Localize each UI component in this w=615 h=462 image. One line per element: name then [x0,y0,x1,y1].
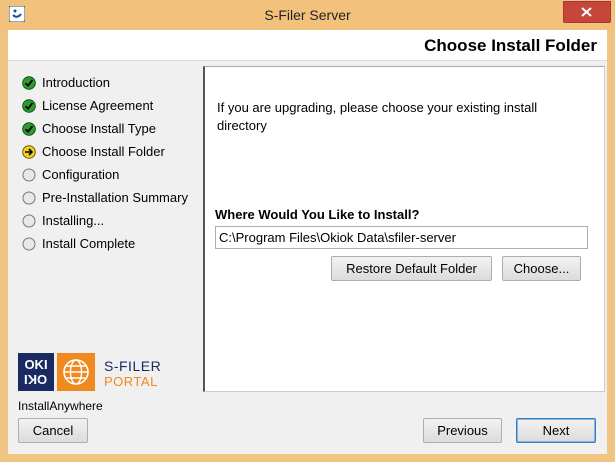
step-item: Configuration [22,166,202,189]
step-item: License Agreement [22,97,202,120]
previous-button[interactable]: Previous [423,418,502,443]
step-header: Choose Install Folder [8,30,607,61]
steps-list: Introduction License Agreement Choose In… [22,74,202,258]
brand-line1: S-FILER [104,358,162,374]
pending-icon [22,237,36,251]
instructions-text: If you are upgrading, please choose your… [217,100,538,133]
pending-icon [22,168,36,182]
step-label: Choose Install Folder [42,144,165,159]
step-label: Pre-Installation Summary [42,190,188,205]
step-item: Install Complete [22,235,202,258]
window-title: S-Filer Server [264,7,351,23]
brand-line2: PORTAL [104,374,158,389]
okiok-logo-mark: OKI OKI [18,353,54,391]
restore-default-folder-button[interactable]: Restore Default Folder [331,256,492,281]
step-item: Installing... [22,212,202,235]
step-item-current: Choose Install Folder [22,143,202,166]
step-label: Install Complete [42,236,136,251]
pending-icon [22,191,36,205]
step-label: Installing... [42,213,105,228]
arrow-right-icon [22,145,36,159]
step-item: Introduction [22,74,202,97]
title-bar[interactable]: S-Filer Server [0,0,615,30]
page-title: Choose Install Folder [424,36,597,55]
step-item: Choose Install Type [22,120,202,143]
step-label: Introduction [42,75,110,90]
okiok-logo: OKI OKI S-FILER PORTAL [18,353,168,393]
check-icon [22,76,36,90]
cancel-button[interactable]: Cancel [18,418,88,443]
step-label: Configuration [42,167,120,182]
next-button[interactable]: Next [516,418,596,443]
content-panel: If you are upgrading, please choose your… [203,66,605,392]
install-path-input[interactable] [215,226,588,249]
choose-folder-button[interactable]: Choose... [502,256,581,281]
step-label: License Agreement [42,98,154,113]
step-item: Pre-Installation Summary [22,189,202,212]
globe-icon [57,353,95,391]
client-area: Choose Install Folder Introduction Licen… [8,30,607,454]
check-icon [22,99,36,113]
step-label: Choose Install Type [42,121,156,136]
close-icon [581,7,592,17]
close-button[interactable] [563,1,611,23]
pending-icon [22,214,36,228]
vendor-label: InstallAnywhere [18,399,103,413]
check-icon [22,122,36,136]
installer-window: S-Filer Server Choose Install Folder Int… [0,0,615,462]
install-location-label: Where Would You Like to Install? [215,207,420,222]
